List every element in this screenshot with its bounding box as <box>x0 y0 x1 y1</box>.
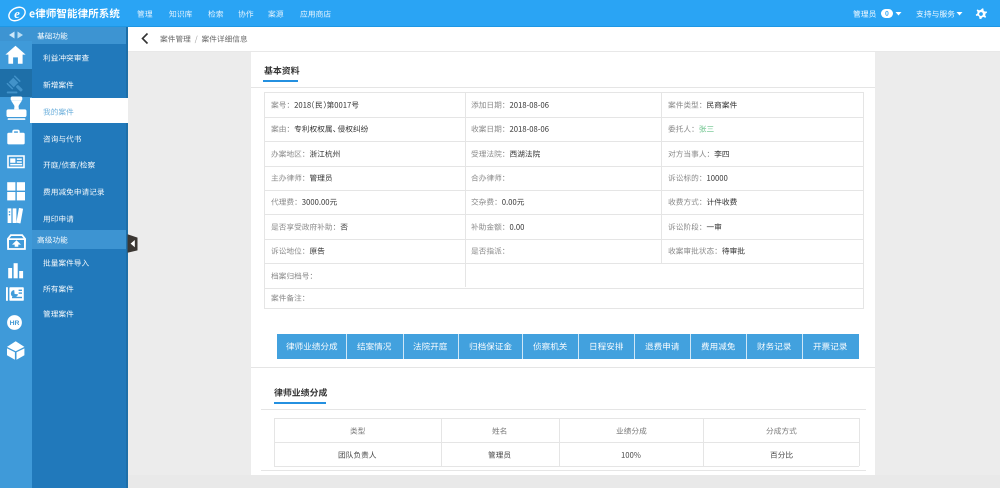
svg-text:e: e <box>14 6 20 21</box>
svg-text:HR: HR <box>10 320 20 327</box>
